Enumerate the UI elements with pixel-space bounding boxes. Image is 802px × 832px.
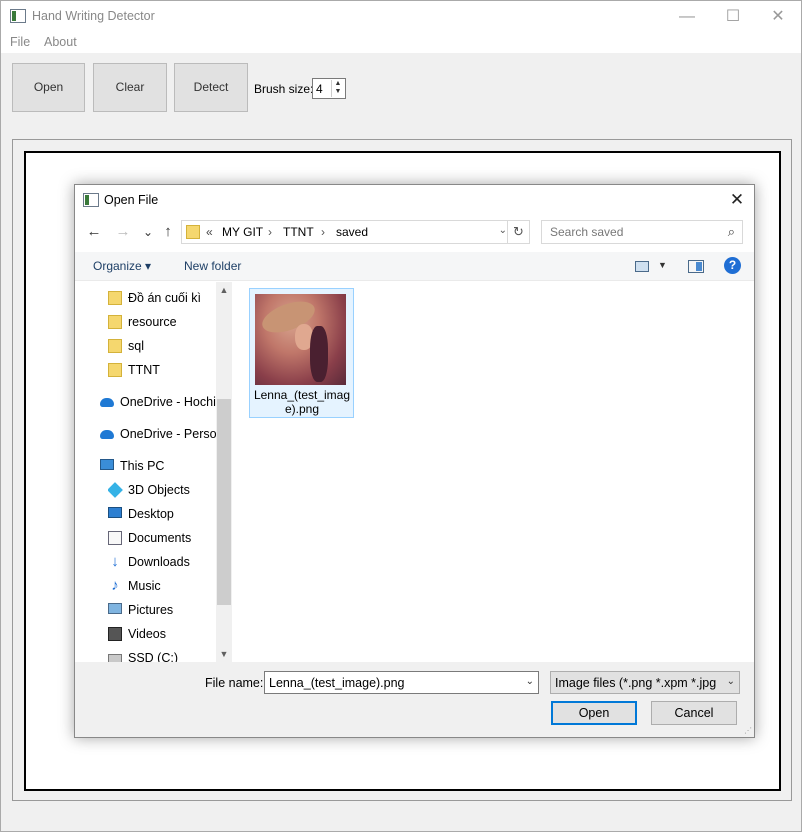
address-bar[interactable]: « MY GIT › TTNT › saved ⌄ ↻ [181,220,530,244]
downloads-icon: ↓ [111,553,119,570]
dialog-app-icon [83,193,99,207]
command-bar: Organize ▾ New folder ▼ ? [75,252,754,281]
app-icon [10,9,26,23]
close-icon[interactable]: ✕ [755,1,801,32]
open-file-dialog: Open File ✕ ← → ⌄ ↑ « MY GIT › TTNT › sa… [74,184,755,738]
dialog-bottom-area: File name: Lenna_(test_image).png ⌄ Imag… [75,662,754,737]
view-dropdown-icon[interactable]: ▼ [658,260,667,270]
scroll-up-icon[interactable]: ▲ [216,282,232,298]
spin-down-icon[interactable]: ▼ [332,88,344,96]
spin-up-icon[interactable]: ▲ [332,80,344,88]
brush-size-label: Brush size: [254,82,314,96]
music-icon: ♪ [111,577,119,594]
file-type-value[interactable]: Image files (*.png *.xpm *.jpg * [555,676,719,690]
navigation-scrollbar[interactable]: ▲ ▼ [216,282,232,662]
nav-item-this-pc[interactable]: This PC [100,456,232,478]
cancel-button[interactable]: Cancel [651,701,737,725]
forward-icon[interactable]: → [112,221,134,243]
nav-item-documents[interactable]: Documents [108,528,232,550]
breadcrumb-separator: › [268,225,272,239]
chevron-down-icon[interactable]: ⌄ [727,676,735,687]
dialog-title: Open File [104,193,159,207]
recent-locations-icon[interactable]: ⌄ [137,221,159,243]
detect-button[interactable]: Detect [174,63,248,112]
file-name-label: Lenna_(test_image).png [253,388,351,416]
folder-icon [108,291,122,305]
file-item-lenna[interactable]: Lenna_(test_image).png [249,288,354,418]
navigation-pane: Đồ án cuối kì resource sql TTNT OneDrive… [75,282,232,662]
desktop-icon [108,507,122,518]
breadcrumb-ttnt[interactable]: TTNT [283,225,314,239]
breadcrumb-my-git[interactable]: MY GIT [222,225,263,239]
menu-about[interactable]: About [44,35,77,49]
window-title: Hand Writing Detector [32,9,155,23]
nav-item-resource[interactable]: resource [108,312,232,334]
maximize-icon[interactable]: ☐ [710,1,756,32]
this-pc-icon [100,459,114,470]
nav-item-ttnt[interactable]: TTNT [108,360,232,382]
clear-button[interactable]: Clear [93,63,167,112]
file-type-filter[interactable]: Image files (*.png *.xpm *.jpg * ⌄ [550,671,740,694]
open-button[interactable]: Open [12,63,85,112]
documents-icon [108,531,122,545]
app-window: Hand Writing Detector — ☐ ✕ File About O… [0,0,802,832]
search-box[interactable]: Search saved ⌕ [541,220,743,244]
spin-arrows[interactable]: ▲ ▼ [331,80,344,97]
organize-button[interactable]: Organize ▾ [93,259,151,273]
folder-icon [108,363,122,377]
back-icon[interactable]: ← [83,221,105,243]
scroll-thumb[interactable] [217,399,231,605]
nav-item-music[interactable]: ♪ Music [108,576,232,598]
breadcrumb-overflow[interactable]: « [206,225,213,239]
open-file-button[interactable]: Open [551,701,637,725]
search-input[interactable]: Search saved [550,225,623,239]
scroll-down-icon[interactable]: ▼ [216,646,232,662]
breadcrumb-separator: › [321,225,325,239]
minimize-icon[interactable]: — [664,1,710,32]
file-name-value[interactable]: Lenna_(test_image).png [269,676,405,690]
nav-item-do-an-cuoi-ki[interactable]: Đồ án cuối kì [108,288,232,310]
preview-pane-icon[interactable] [688,260,704,273]
new-folder-button[interactable]: New folder [184,259,241,273]
nav-item-ssd[interactable]: SSD (C:) [108,648,232,662]
nav-item-onedrive-personal[interactable]: OneDrive - Personal [100,424,216,446]
file-name-label: File name: [205,676,264,690]
refresh-icon[interactable]: ↻ [507,221,529,243]
folder-icon [108,315,122,329]
nav-item-videos[interactable]: Videos [108,624,232,646]
change-view-icon[interactable] [635,261,649,272]
brush-size-spinbox[interactable]: 4 ▲ ▼ [312,78,346,99]
pictures-icon [108,603,122,614]
dialog-close-icon[interactable]: ✕ [720,185,754,214]
chevron-down-icon[interactable]: ⌄ [526,676,534,687]
3d-objects-icon [108,482,123,498]
onedrive-icon [100,430,114,439]
menu-bar: File About [1,32,801,53]
nav-item-onedrive-hochiminh[interactable]: OneDrive - Hochiminh City University of … [100,392,216,414]
folder-icon [108,339,122,353]
menu-file[interactable]: File [10,35,30,49]
help-icon[interactable]: ? [724,257,741,274]
file-thumbnail [255,294,346,385]
nav-item-desktop[interactable]: Desktop [108,504,232,526]
title-bar: Hand Writing Detector — ☐ ✕ [1,1,801,32]
resize-grip-icon[interactable]: ⋰ [744,726,752,735]
breadcrumb-saved[interactable]: saved [336,225,368,239]
onedrive-icon [100,398,114,407]
nav-item-downloads[interactable]: ↓ Downloads [108,552,232,574]
file-list: Lenna_(test_image).png [233,282,754,662]
videos-icon [108,627,122,641]
nav-item-3d-objects[interactable]: 3D Objects [108,480,232,502]
nav-item-sql[interactable]: sql [108,336,232,358]
nav-item-pictures[interactable]: Pictures [108,600,232,622]
ssd-drive-icon [108,654,122,662]
address-dropdown-icon[interactable]: ⌄ [499,225,507,236]
file-name-field[interactable]: Lenna_(test_image).png ⌄ [264,671,539,694]
brush-size-value[interactable]: 4 [316,82,323,96]
up-folder-icon[interactable]: ↑ [157,221,179,243]
search-icon[interactable]: ⌕ [728,224,735,240]
folder-icon [186,225,200,239]
